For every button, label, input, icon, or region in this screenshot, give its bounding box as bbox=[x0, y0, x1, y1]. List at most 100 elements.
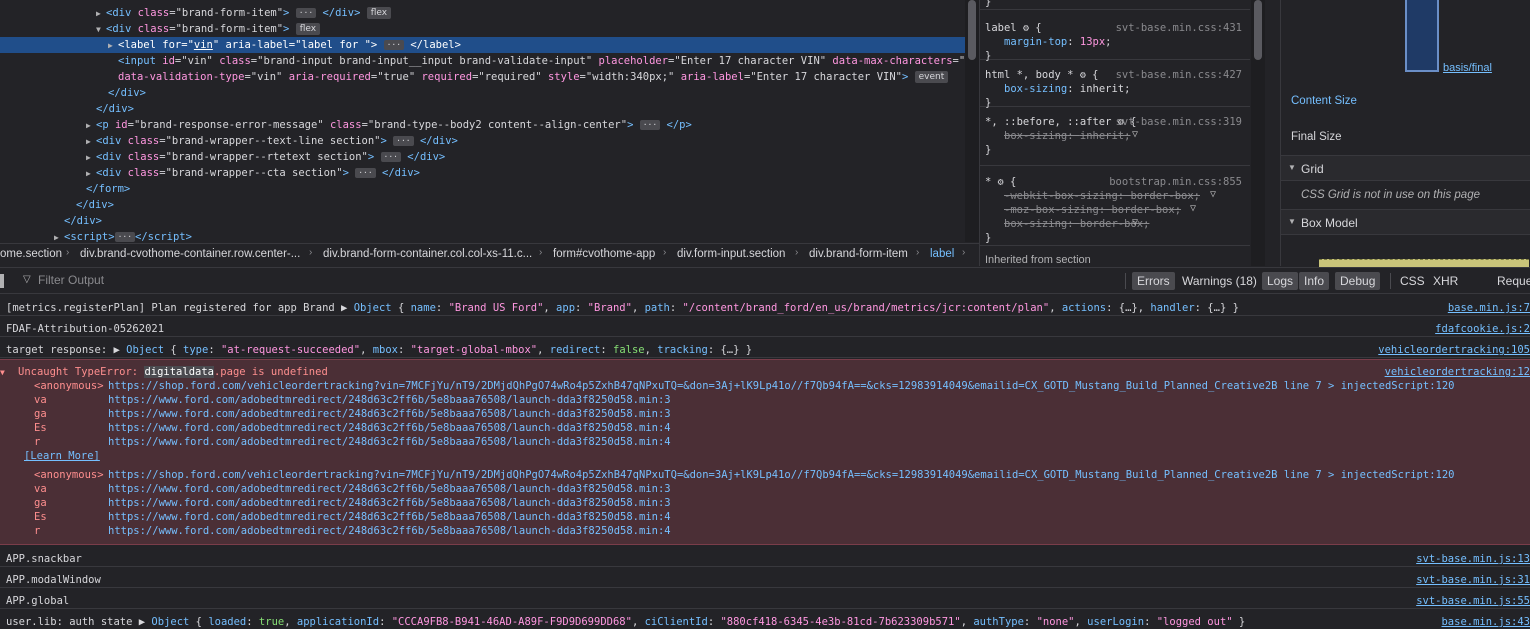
stack-frame-link[interactable]: https://www.ford.com/adobedtmredirect/24… bbox=[108, 408, 671, 420]
basis-final-link[interactable]: basis/final bbox=[1443, 62, 1492, 74]
rule-selector[interactable]: html *, body * bbox=[985, 69, 1080, 81]
css-declaration[interactable]: -moz-box-sizing: border-box; bbox=[1004, 203, 1181, 217]
source-location-link[interactable]: vehicleordertracking:12 bbox=[1385, 366, 1530, 378]
tree-node[interactable]: ▼ <div class="brand-form-item"> flex bbox=[0, 21, 965, 37]
source-location-link[interactable]: svt-base.min.js:31 bbox=[1416, 574, 1530, 586]
breadcrumb-item[interactable]: label bbox=[930, 248, 954, 260]
tree-node-markup: <input id="vin" class="brand-input brand… bbox=[118, 55, 965, 67]
stack-frame-function: va bbox=[34, 483, 47, 495]
stack-frame-link[interactable]: https://www.ford.com/adobedtmredirect/24… bbox=[108, 394, 671, 406]
console-output: [metrics.registerPlan] Plan registered f… bbox=[0, 295, 1530, 629]
rule-source-link[interactable]: svt-base.min.css:431 bbox=[1116, 21, 1242, 35]
error-message: Uncaught TypeError: digitaldata.page is … bbox=[18, 366, 328, 378]
tree-node-selected[interactable]: ▶ <label for="vin" aria-label="label for … bbox=[0, 37, 965, 53]
tree-node[interactable]: ▶ <div class="brand-wrapper--text-line se… bbox=[0, 133, 965, 149]
rule-selector[interactable]: * bbox=[985, 176, 998, 188]
markup-scrollbar[interactable] bbox=[965, 0, 979, 242]
stack-frame-link[interactable]: https://www.ford.com/adobedtmredirect/24… bbox=[108, 483, 671, 495]
rule-selector[interactable]: label bbox=[985, 22, 1023, 34]
filter-button-errors[interactable]: Errors bbox=[1132, 272, 1175, 290]
stack-frame-function: r bbox=[34, 436, 41, 448]
tree-node[interactable]: <input id="vin" class="brand-input brand… bbox=[0, 53, 965, 69]
tree-node[interactable]: ▶ <div class="brand-wrapper--rtetext sect… bbox=[0, 149, 965, 165]
stack-frame-link[interactable]: https://www.ford.com/adobedtmredirect/24… bbox=[108, 422, 671, 434]
filter-icon[interactable]: ▽ bbox=[1190, 203, 1196, 214]
css-declaration[interactable]: box-sizing: inherit; bbox=[1004, 129, 1130, 143]
tree-node[interactable]: ▶ <script> ··· </script> bbox=[0, 229, 965, 242]
tree-node[interactable]: ▶ <div class="brand-form-item"> ··· </div… bbox=[0, 5, 965, 21]
filter-button-xhr[interactable]: XHR bbox=[1428, 272, 1463, 290]
stack-frame-link[interactable]: https://shop.ford.com/vehicleordertracki… bbox=[108, 469, 1455, 481]
breadcrumb-item[interactable]: div.brand-cvothome-container.row.center-… bbox=[80, 248, 300, 260]
chevron-right-icon: › bbox=[66, 247, 70, 258]
scrollbar-thumb[interactable] bbox=[1254, 0, 1262, 60]
learn-more-link[interactable]: [Learn More] bbox=[24, 450, 100, 462]
rule-open-brace: { bbox=[1028, 22, 1042, 34]
breadcrumb-item[interactable]: div.form-input.section bbox=[677, 248, 785, 260]
filter-icon: ▽ bbox=[23, 274, 31, 285]
clear-console-icon[interactable] bbox=[0, 274, 4, 288]
content-size-label[interactable]: Content Size bbox=[1291, 95, 1357, 107]
css-declaration[interactable]: -webkit-box-sizing: border-box; bbox=[1004, 189, 1200, 203]
rule-source-link[interactable]: svt-base.min.css:319 bbox=[1116, 115, 1242, 129]
filter-input[interactable] bbox=[38, 273, 438, 287]
rule-close-brace: } bbox=[985, 144, 992, 156]
filter-button-requests[interactable]: Requests bbox=[1492, 272, 1530, 290]
stack-frame-function: Es bbox=[34, 511, 47, 523]
tree-node-markup: data-validation-type="vin" aria-required… bbox=[118, 69, 949, 85]
css-declaration[interactable]: box-sizing: inherit; bbox=[1004, 82, 1130, 96]
rule-selector[interactable]: *, ::before, ::after bbox=[985, 116, 1118, 128]
console-message: user.lib: auth state ▶ Object { loaded: … bbox=[0, 609, 1530, 629]
console-message-text: APP.global bbox=[6, 595, 70, 607]
source-location-link[interactable]: vehicleordertracking:105 bbox=[1378, 344, 1530, 356]
breadcrumb-item[interactable]: div.brand-form-item bbox=[809, 248, 908, 260]
rule-source-link[interactable]: bootstrap.min.css:855 bbox=[1109, 175, 1242, 189]
stack-frame-function: r bbox=[34, 525, 41, 537]
breadcrumb-item[interactable]: ome.section bbox=[0, 248, 62, 260]
scrollbar-thumb[interactable] bbox=[968, 0, 976, 60]
tree-node[interactable]: </div> bbox=[0, 213, 965, 229]
source-location-link[interactable]: base.min.js:43 bbox=[1441, 616, 1530, 628]
console-message: target response: ▶ Object { type: "at-re… bbox=[0, 337, 1530, 358]
tree-node-markup: ▶ <div class="brand-wrapper--rtetext sect… bbox=[86, 151, 446, 163]
expand-error-icon[interactable]: ▼ bbox=[0, 368, 5, 377]
source-location-link[interactable]: svt-base.min.js:13 bbox=[1416, 553, 1530, 565]
final-size-label[interactable]: Final Size bbox=[1291, 131, 1342, 143]
tree-node-markup: </form> bbox=[86, 183, 131, 195]
stack-frame-link[interactable]: https://www.ford.com/adobedtmredirect/24… bbox=[108, 511, 671, 523]
filter-button-css[interactable]: CSS bbox=[1395, 272, 1430, 290]
source-location-link[interactable]: svt-base.min.js:55 bbox=[1416, 595, 1530, 607]
breadcrumb-item[interactable]: form#cvothome-app bbox=[553, 248, 655, 260]
grid-section-header[interactable]: ▼ Grid bbox=[1281, 155, 1530, 181]
breadcrumb-item[interactable]: div.brand-form-container.col.col-xs-11.c… bbox=[323, 248, 532, 260]
tree-node-markup: ▶ <div class="brand-wrapper--cta section"… bbox=[86, 167, 420, 179]
filter-button-logs[interactable]: Logs bbox=[1262, 272, 1299, 290]
tree-node[interactable]: </div> bbox=[0, 197, 965, 213]
source-location-link[interactable]: base.min.js:7 bbox=[1448, 302, 1530, 314]
rule-source-link[interactable]: svt-base.min.css:427 bbox=[1116, 68, 1242, 82]
css-declaration[interactable]: margin-top: 13px; bbox=[1004, 35, 1112, 49]
filter-button-warnings[interactable]: Warnings (18) bbox=[1177, 272, 1262, 290]
box-model-section-header[interactable]: ▼ Box Model bbox=[1281, 209, 1530, 235]
tree-node-markup: ▶ <p id="brand-response-error-message" cl… bbox=[86, 119, 692, 131]
tree-node[interactable]: ▶ <div class="brand-wrapper--cta section"… bbox=[0, 165, 965, 181]
source-location-link[interactable]: fdafcookie.js:2 bbox=[1435, 323, 1530, 335]
filter-icon[interactable]: ▽ bbox=[1210, 189, 1216, 200]
stack-frame-link[interactable]: https://www.ford.com/adobedtmredirect/24… bbox=[108, 525, 671, 537]
tree-node[interactable]: </form> bbox=[0, 181, 965, 197]
filter-icon[interactable]: ▽ bbox=[1132, 129, 1138, 140]
css-declaration[interactable]: box-sizing: border-box; bbox=[1004, 217, 1149, 231]
tree-node[interactable]: </div> bbox=[0, 101, 965, 117]
rules-scrollbar[interactable] bbox=[1251, 0, 1265, 266]
stack-frame-link[interactable]: https://www.ford.com/adobedtmredirect/24… bbox=[108, 497, 671, 509]
filter-button-info[interactable]: Info bbox=[1299, 272, 1330, 290]
filter-button-debug[interactable]: Debug bbox=[1335, 272, 1381, 290]
tree-node[interactable]: ▶ <p id="brand-response-error-message" cl… bbox=[0, 117, 965, 133]
breadcrumb-scroll-icon[interactable]: › bbox=[962, 247, 965, 258]
chevron-right-icon: › bbox=[309, 247, 313, 258]
filter-icon[interactable]: ▽ bbox=[1132, 217, 1138, 228]
tree-node[interactable]: data-validation-type="vin" aria-required… bbox=[0, 69, 965, 85]
stack-frame-link[interactable]: https://www.ford.com/adobedtmredirect/24… bbox=[108, 436, 671, 448]
stack-frame-link[interactable]: https://shop.ford.com/vehicleordertracki… bbox=[108, 380, 1455, 392]
tree-node[interactable]: </div> bbox=[0, 85, 965, 101]
